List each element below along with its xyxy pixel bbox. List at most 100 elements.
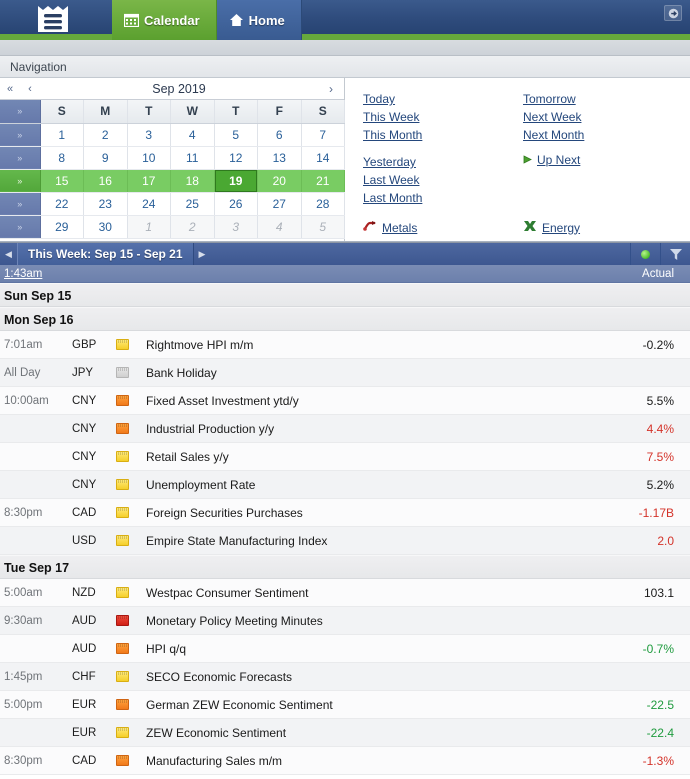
calendar-day[interactable]: 6 — [257, 123, 302, 147]
impact-red-icon — [116, 615, 129, 626]
calendar-day[interactable]: 20 — [257, 169, 302, 193]
calendar-day[interactable]: 4 — [257, 215, 302, 239]
calendar-day[interactable]: 17 — [127, 169, 171, 193]
tab-calendar[interactable]: Calendar — [112, 0, 217, 40]
event-name[interactable]: Industrial Production y/y — [146, 422, 600, 436]
calendar-day-today[interactable]: 19 — [214, 169, 258, 193]
event-row[interactable]: CNY Industrial Production y/y 4.4% — [0, 415, 690, 443]
calendar-day[interactable]: 3 — [127, 123, 171, 147]
calendar-day[interactable]: 10 — [127, 146, 171, 170]
event-row[interactable]: 5:00pm EUR German ZEW Economic Sentiment -2… — [0, 691, 690, 719]
calendar-day[interactable]: 11 — [170, 146, 215, 170]
week-select-icon[interactable]: » — [0, 192, 41, 216]
calendar-day[interactable]: 5 — [214, 123, 258, 147]
calendar-day[interactable]: 9 — [83, 146, 128, 170]
current-time-label[interactable]: 1:43am — [0, 268, 72, 280]
link-metals[interactable]: Metals — [363, 220, 417, 235]
login-arrow-icon[interactable] — [664, 5, 682, 21]
event-row[interactable]: CNY Retail Sales y/y 7.5% — [0, 443, 690, 471]
calendar-day[interactable]: 2 — [83, 123, 128, 147]
chevron-left-icon[interactable]: ‹ — [20, 83, 40, 95]
event-row[interactable]: 5:00am NZD Westpac Consumer Sentiment 103.1 — [0, 579, 690, 607]
calendar-day[interactable]: 1 — [40, 123, 84, 147]
link-up-next[interactable]: Up Next — [523, 153, 580, 167]
link-tomorrow[interactable]: Tomorrow — [523, 90, 576, 108]
calendar-day[interactable]: 25 — [170, 192, 215, 216]
chevron-right-icon[interactable]: › — [318, 82, 344, 96]
link-next-month[interactable]: Next Month — [523, 126, 584, 144]
calendar-day[interactable]: 3 — [214, 215, 258, 239]
event-name[interactable]: Foreign Securities Purchases — [146, 506, 600, 520]
week-select-icon[interactable]: » — [0, 169, 41, 193]
event-row[interactable]: 8:30pm CAD Manufacturing Sales m/m -1.3% — [0, 747, 690, 775]
event-row[interactable]: 9:30am AUD Monetary Policy Meeting Minutes — [0, 607, 690, 635]
event-name[interactable]: Retail Sales y/y — [146, 450, 600, 464]
event-name[interactable]: Unemployment Rate — [146, 478, 600, 492]
filter-funnel-icon[interactable] — [660, 243, 690, 265]
event-row[interactable]: CNY Unemployment Rate 5.2% — [0, 471, 690, 499]
calendar-day[interactable]: 23 — [83, 192, 128, 216]
calendar-day[interactable]: 18 — [170, 169, 215, 193]
link-energy[interactable]: Energy — [523, 220, 580, 235]
event-name[interactable]: HPI q/q — [146, 642, 600, 656]
calendar-day[interactable]: 16 — [83, 169, 128, 193]
link-this-week[interactable]: This Week — [363, 108, 419, 126]
calendar-day[interactable]: 13 — [257, 146, 302, 170]
event-row[interactable]: 8:30pm CAD Foreign Securities Purchases -1.… — [0, 499, 690, 527]
calendar-day[interactable]: 26 — [214, 192, 258, 216]
event-name[interactable]: Manufacturing Sales m/m — [146, 754, 600, 768]
event-row[interactable]: All Day JPY Bank Holiday — [0, 359, 690, 387]
event-name[interactable]: ZEW Economic Sentiment — [146, 726, 600, 740]
calendar-day[interactable]: 22 — [40, 192, 84, 216]
event-name[interactable]: Empire State Manufacturing Index — [146, 534, 600, 548]
week-select-icon[interactable]: » — [0, 215, 41, 239]
event-name[interactable]: Bank Holiday — [146, 366, 600, 380]
event-name[interactable]: Monetary Policy Meeting Minutes — [146, 614, 600, 628]
event-name[interactable]: Fixed Asset Investment ytd/y — [146, 394, 600, 408]
calendar-day[interactable]: 30 — [83, 215, 128, 239]
event-name[interactable]: Westpac Consumer Sentiment — [146, 586, 600, 600]
calendar-day[interactable]: 15 — [40, 169, 84, 193]
week-select-icon[interactable]: » — [0, 123, 41, 147]
week-range-title[interactable]: This Week: Sep 15 - Sep 21 — [17, 243, 194, 265]
calendar-day[interactable]: 14 — [301, 146, 345, 170]
impact-yellow-icon — [116, 451, 129, 462]
link-yesterday[interactable]: Yesterday — [363, 153, 416, 171]
event-name[interactable]: SECO Economic Forecasts — [146, 670, 600, 684]
event-row[interactable]: AUD HPI q/q -0.7% — [0, 635, 690, 663]
double-chevron-left-icon[interactable]: « — [0, 83, 20, 95]
link-today[interactable]: Today — [363, 90, 395, 108]
week-select-icon[interactable]: » — [0, 100, 41, 124]
calendar-day[interactable]: 8 — [40, 146, 84, 170]
event-name[interactable]: Rightmove HPI m/m — [146, 338, 600, 352]
calendar-day[interactable]: 27 — [257, 192, 302, 216]
calendar-day[interactable]: 21 — [301, 169, 345, 193]
link-last-month[interactable]: Last Month — [363, 189, 422, 207]
calendar-day[interactable]: 5 — [301, 215, 345, 239]
event-impact-cell — [116, 395, 146, 406]
event-row[interactable]: USD Empire State Manufacturing Index 2.0 — [0, 527, 690, 555]
triangle-left-icon[interactable]: ◀ — [0, 243, 17, 265]
event-name[interactable]: German ZEW Economic Sentiment — [146, 698, 600, 712]
ledger-icon[interactable] — [36, 2, 70, 34]
calendar-day[interactable]: 29 — [40, 215, 84, 239]
event-row[interactable]: 10:00am CNY Fixed Asset Investment ytd/y 5.… — [0, 387, 690, 415]
calendar-day[interactable]: 1 — [127, 215, 171, 239]
green-play-icon[interactable] — [630, 243, 660, 265]
event-row[interactable]: EUR ZEW Economic Sentiment -22.4 — [0, 719, 690, 747]
calendar-day[interactable]: 28 — [301, 192, 345, 216]
calendar-day[interactable]: 4 — [170, 123, 215, 147]
event-row[interactable]: 7:01am GBP Rightmove HPI m/m -0.2% — [0, 331, 690, 359]
calendar-day[interactable]: 2 — [170, 215, 215, 239]
calendar-day[interactable]: 24 — [127, 192, 171, 216]
link-last-week[interactable]: Last Week — [363, 171, 419, 189]
week-select-icon[interactable]: » — [0, 146, 41, 170]
link-next-week[interactable]: Next Week — [523, 108, 581, 126]
triangle-right-icon[interactable]: ▶ — [194, 243, 211, 265]
main-tabs: Calendar Home — [112, 0, 302, 40]
link-this-month[interactable]: This Month — [363, 126, 422, 144]
event-row[interactable]: 1:45pm CHF SECO Economic Forecasts — [0, 663, 690, 691]
calendar-day[interactable]: 12 — [214, 146, 258, 170]
tab-home[interactable]: Home — [216, 0, 302, 40]
calendar-day[interactable]: 7 — [301, 123, 345, 147]
